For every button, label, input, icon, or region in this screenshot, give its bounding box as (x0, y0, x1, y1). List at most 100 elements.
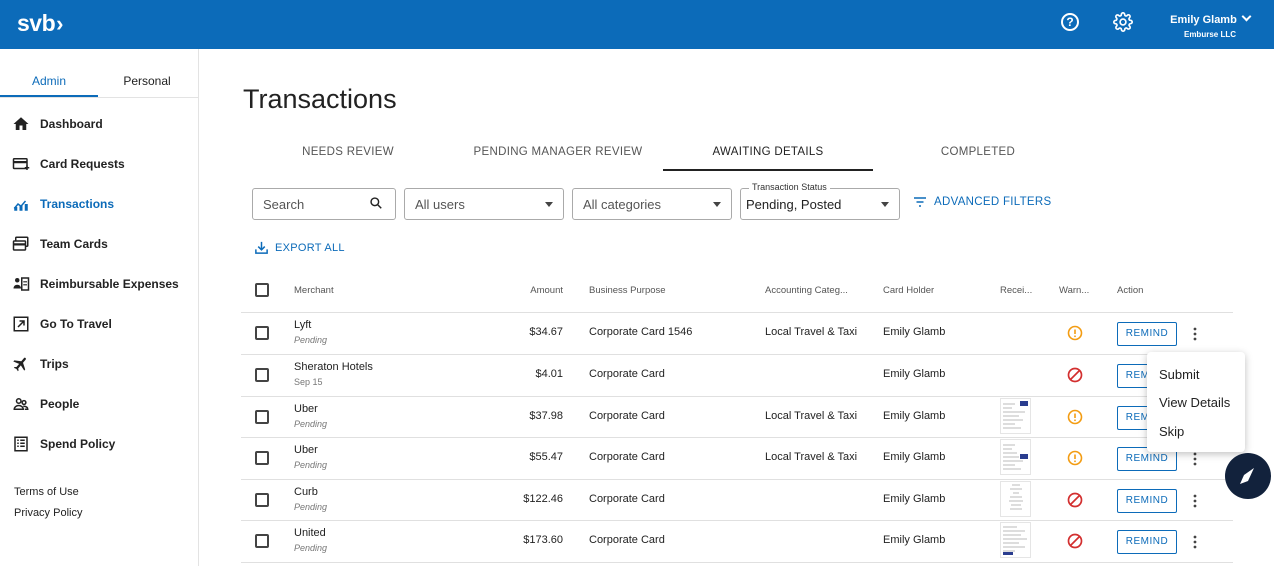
remind-button[interactable]: REMIND (1117, 530, 1177, 554)
row-checkbox[interactable] (255, 493, 269, 507)
column-header-business-purpose[interactable]: Business Purpose (589, 285, 666, 296)
column-header-receipt[interactable]: Recei... (1000, 285, 1032, 296)
blocked-icon[interactable] (1067, 367, 1083, 383)
tab-pending-manager-review[interactable]: PENDING MANAGER REVIEW (453, 146, 663, 158)
amount: $55.47 (529, 451, 563, 463)
top-bar: svb› ? Emily Glamb Emburse LLC (0, 0, 1274, 49)
table-divider (241, 479, 1233, 480)
alert-icon[interactable] (1067, 450, 1083, 466)
transaction-status-select[interactable]: Transaction Status Pending, Posted (740, 182, 900, 220)
column-header-card-holder[interactable]: Card Holder (883, 285, 934, 296)
sidebar-item-card-requests[interactable]: Card Requests (12, 154, 125, 174)
row-checkbox[interactable] (255, 534, 269, 548)
chevron-down-icon (1241, 11, 1252, 22)
users-select[interactable]: All users (404, 188, 564, 220)
table-divider (241, 396, 1233, 397)
chat-button[interactable] (1225, 453, 1271, 499)
sidebar-item-transactions[interactable]: Transactions (12, 194, 114, 214)
terms-link[interactable]: Terms of Use (14, 486, 79, 498)
business-purpose: Corporate Card (589, 368, 665, 380)
receipt-thumbnail[interactable] (1000, 522, 1031, 558)
merchant-name: Uber (294, 403, 318, 415)
business-purpose: Corporate Card (589, 534, 665, 546)
search-input[interactable]: Search (252, 188, 396, 220)
advanced-filters-button[interactable]: ADVANCED FILTERS (913, 196, 1051, 208)
advanced-filters-label: ADVANCED FILTERS (934, 196, 1052, 208)
sidebar-item-label: Team Cards (40, 237, 108, 251)
sidebar-item-reimbursable-expenses[interactable]: Reimbursable Expenses (12, 274, 179, 294)
alert-icon[interactable] (1067, 409, 1083, 425)
sidebar-item-team-cards[interactable]: Team Cards (12, 234, 108, 254)
active-tab-indicator (663, 169, 873, 171)
transactions-icon (13, 200, 28, 211)
card-holder: Emily Glamb (883, 368, 946, 380)
row-checkbox[interactable] (255, 368, 269, 382)
menu-item-submit[interactable]: Submit (1159, 367, 1199, 382)
user-org: Emburse LLC (1183, 30, 1236, 39)
tab-admin[interactable]: Admin (0, 74, 98, 88)
tab-awaiting-details[interactable]: AWAITING DETAILS (663, 146, 873, 158)
tab-completed[interactable]: COMPLETED (873, 146, 1083, 158)
more-options-icon[interactable] (1191, 494, 1199, 508)
remind-button[interactable]: REMIND (1117, 322, 1177, 346)
blocked-icon[interactable] (1067, 533, 1083, 549)
receipt-thumbnail[interactable] (1000, 481, 1031, 517)
user-menu[interactable]: Emily Glamb Emburse LLC (1166, 10, 1254, 39)
card-holder: Emily Glamb (883, 534, 946, 546)
sidebar-item-spend-policy[interactable]: Spend Policy (12, 434, 115, 454)
row-checkbox[interactable] (255, 410, 269, 424)
alert-icon[interactable] (1067, 325, 1083, 341)
accounting-category: Local Travel & Taxi (765, 326, 858, 338)
column-header-merchant[interactable]: Merchant (294, 285, 334, 296)
select-all-checkbox[interactable] (255, 283, 269, 297)
user-name: Emily Glamb (1170, 14, 1237, 26)
help-icon[interactable]: ? (1061, 13, 1079, 31)
sidebar-item-label: Go To Travel (40, 317, 112, 331)
policy-icon (14, 436, 28, 452)
business-purpose: Corporate Card (589, 410, 665, 422)
receipt-thumbnail[interactable] (1000, 439, 1031, 475)
row-checkbox[interactable] (255, 451, 269, 465)
tab-needs-review[interactable]: NEEDS REVIEW (243, 146, 453, 158)
menu-item-view-details[interactable]: View Details (1159, 395, 1230, 410)
merchant-status: Pending (294, 460, 328, 470)
sidebar-item-dashboard[interactable]: Dashboard (12, 114, 103, 134)
sidebar-item-label: Transactions (40, 197, 115, 211)
more-options-icon[interactable] (1191, 327, 1199, 341)
sidebar-item-label: Spend Policy (40, 437, 116, 451)
receipt-thumbnail[interactable] (1000, 398, 1031, 434)
svb-logo[interactable]: svb› (17, 10, 63, 37)
sidebar-tabs: Admin Personal (0, 71, 198, 98)
search-icon (370, 197, 382, 209)
merchant-date: Sep 15 (294, 377, 323, 387)
sidebar-item-go-to-travel[interactable]: Go To Travel (12, 314, 112, 334)
blocked-icon[interactable] (1067, 492, 1083, 508)
table-divider (241, 562, 1233, 563)
logo-text: svb (17, 10, 56, 36)
amount: $37.98 (529, 410, 563, 422)
row-actions-menu: Submit View Details Skip (1147, 352, 1245, 452)
categories-select[interactable]: All categories (572, 188, 732, 220)
sidebar-item-label: People (40, 397, 80, 411)
remind-button[interactable]: REMIND (1117, 489, 1177, 513)
more-options-icon[interactable] (1191, 535, 1199, 549)
sidebar-item-people[interactable]: People (12, 394, 79, 414)
tab-personal[interactable]: Personal (98, 74, 196, 88)
sidebar-item-trips[interactable]: Trips (12, 354, 69, 374)
column-header-amount[interactable]: Amount (493, 285, 563, 296)
gear-icon[interactable] (1113, 12, 1133, 32)
export-all-button[interactable]: EXPORT ALL (254, 240, 345, 255)
menu-item-skip[interactable]: Skip (1159, 424, 1184, 439)
row-checkbox[interactable] (255, 326, 269, 340)
column-header-warning[interactable]: Warn... (1059, 285, 1089, 296)
business-purpose: Corporate Card (589, 493, 665, 505)
transaction-status-value: Pending, Posted (746, 197, 842, 212)
more-options-icon[interactable] (1191, 452, 1199, 466)
active-tab-indicator (0, 95, 98, 97)
column-header-action: Action (1117, 285, 1144, 296)
privacy-link[interactable]: Privacy Policy (14, 507, 82, 519)
export-all-label: EXPORT ALL (275, 241, 345, 254)
merchant-status: Pending (294, 502, 328, 512)
column-header-accounting-category[interactable]: Accounting Categ... (765, 285, 848, 296)
card-request-icon (12, 158, 30, 170)
